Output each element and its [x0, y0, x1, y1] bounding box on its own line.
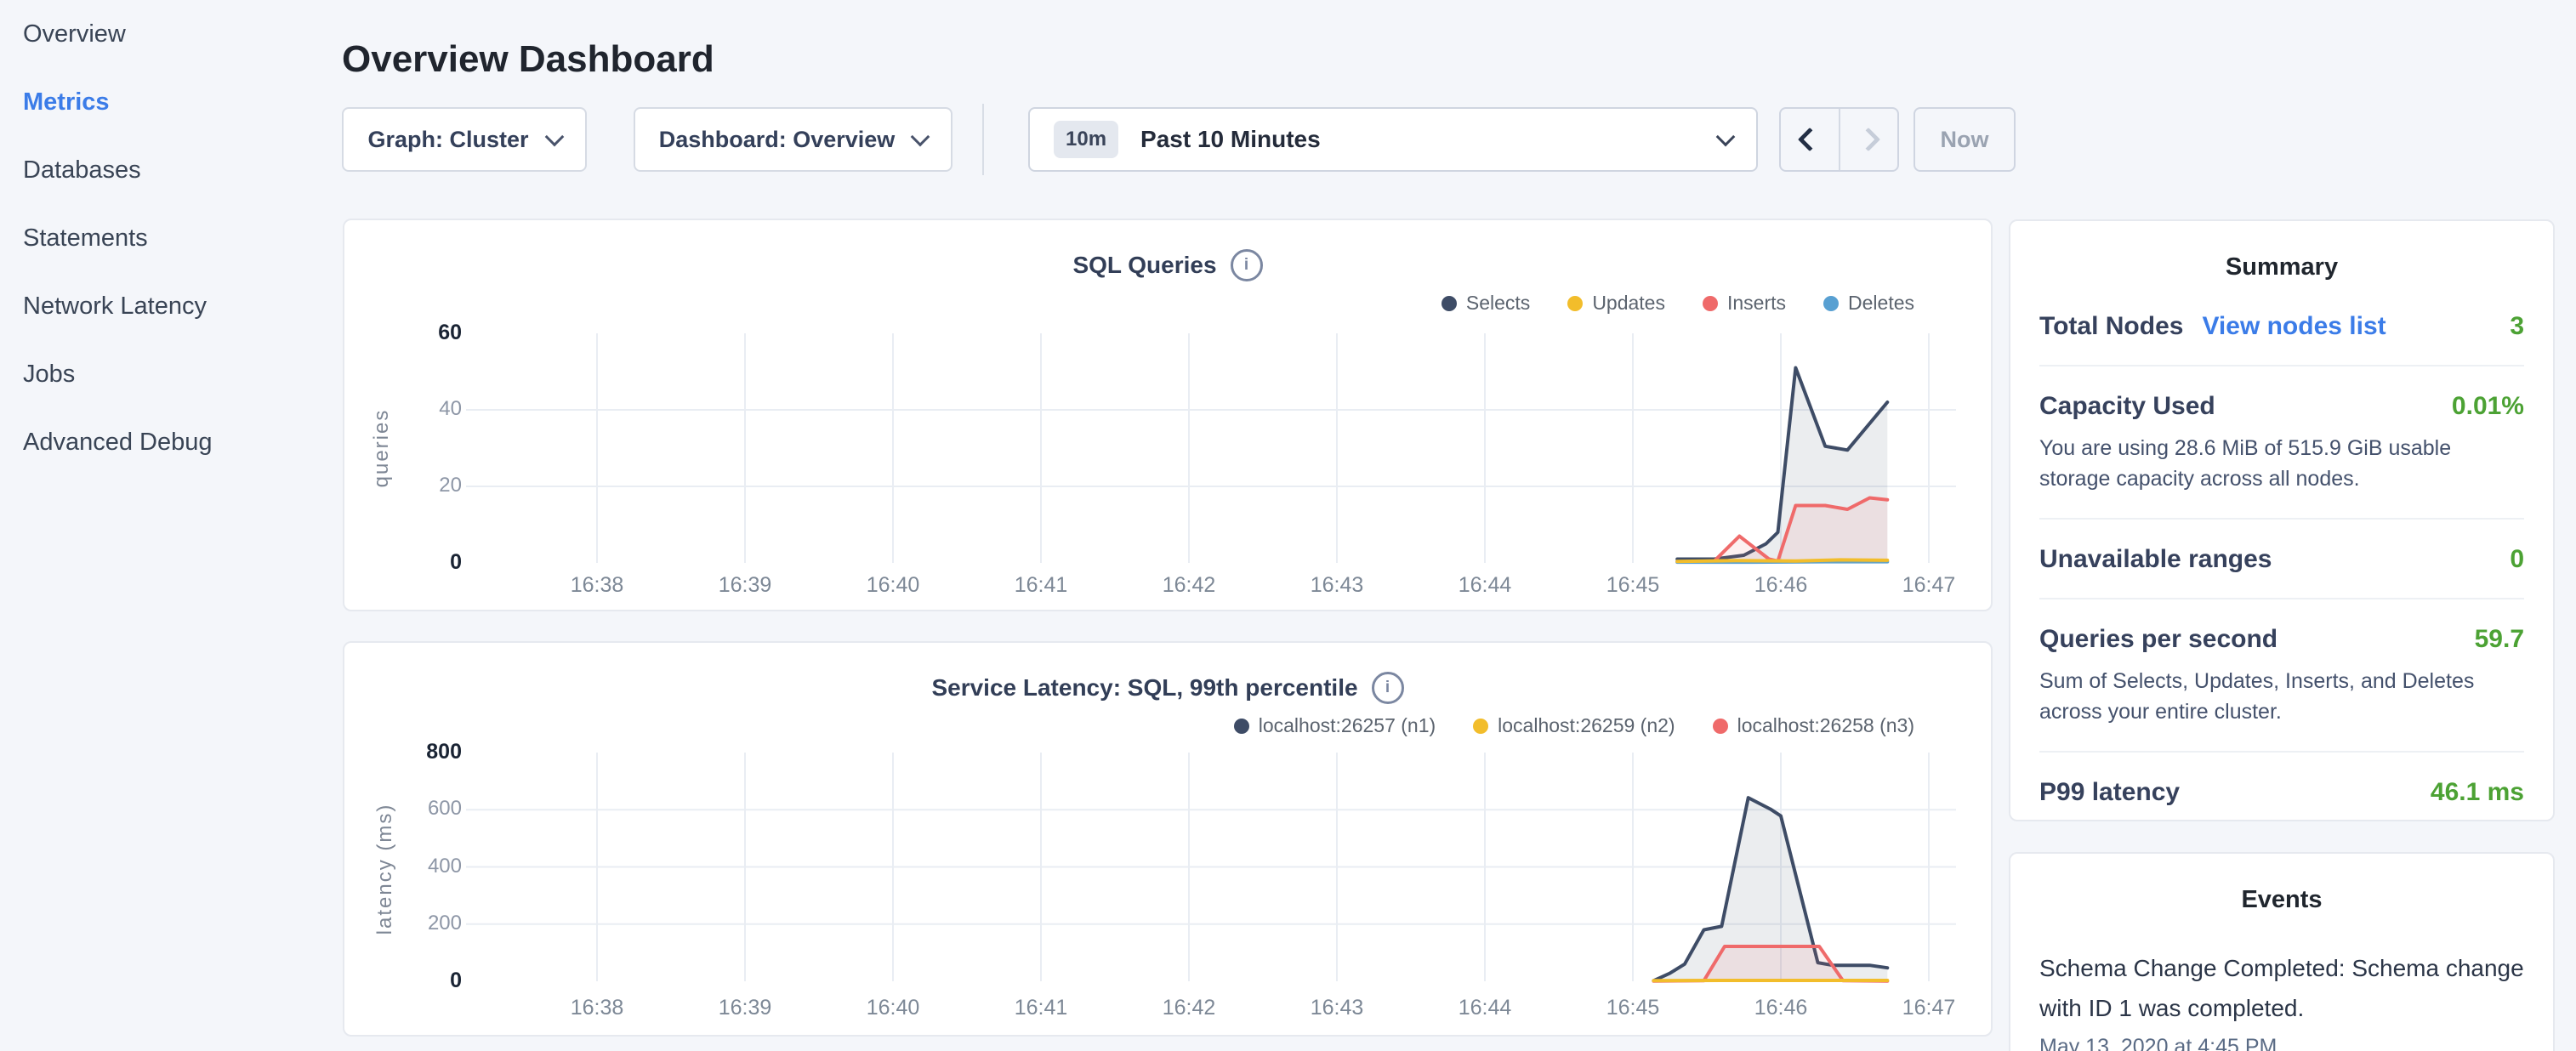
events-body: Schema Change Completed: Schema change w… [2010, 948, 2553, 1051]
y-tick: 40 [344, 397, 462, 421]
sidebar-item-overview[interactable]: Overview [0, 0, 340, 68]
x-tick: 16:46 [1721, 573, 1840, 598]
summary-row-label: Total Nodes [2039, 312, 2183, 341]
prev-time-button[interactable] [1781, 109, 1840, 170]
event-item: Schema Change Completed: Schema change w… [2039, 948, 2524, 1051]
x-tick: 16:47 [1869, 996, 1988, 1020]
summary-row-value: 0.01% [2452, 392, 2524, 421]
x-tick: 16:40 [833, 573, 952, 598]
x-tick: 16:45 [1573, 996, 1692, 1020]
summary-row-label: Unavailable ranges [2039, 545, 2272, 574]
sidebar-item-databases[interactable]: Databases [0, 136, 340, 204]
sidebar-item-advanced-debug[interactable]: Advanced Debug [0, 408, 340, 476]
sidebar-item-jobs[interactable]: Jobs [0, 340, 340, 408]
summary-row: Unavailable ranges 0 [2039, 518, 2524, 598]
page-title: Overview Dashboard [342, 38, 714, 81]
dashboard-dropdown[interactable]: Dashboard: Overview [634, 107, 952, 172]
y-tick: 20 [344, 474, 462, 497]
chart-plot[interactable] [344, 643, 1994, 1038]
events-panel: Events Schema Change Completed: Schema c… [2009, 852, 2555, 1051]
summary-row-description: Sum of Selects, Updates, Inserts, and De… [2039, 666, 2524, 727]
summary-row-value: 3 [2510, 312, 2524, 341]
summary-row-label: Queries per second [2039, 625, 2277, 654]
chevron-down-icon [911, 128, 930, 147]
y-tick: 400 [344, 855, 462, 878]
summary-row-description: You are using 28.6 MiB of 515.9 GiB usab… [2039, 433, 2524, 494]
summary-row: P99 latency 46.1 ms [2039, 751, 2524, 831]
time-range-badge: 10m [1054, 121, 1118, 158]
event-timestamp: May 13, 2020 at 4:45 PM [2039, 1035, 2524, 1051]
y-tick: 0 [344, 969, 462, 993]
summary-body: Total Nodes View nodes list 3 Capacity Used… [2010, 281, 2553, 831]
summary-row: Queries per second 59.7 Sum of Selects, Up… [2039, 598, 2524, 751]
y-tick: 600 [344, 797, 462, 821]
events-title: Events [2010, 854, 2553, 914]
now-button[interactable]: Now [1914, 107, 2016, 172]
y-tick: 60 [344, 321, 462, 345]
y-tick: 800 [344, 740, 462, 764]
graph-dropdown-label: Graph: Cluster [367, 127, 528, 153]
sidebar-item-network-latency[interactable]: Network Latency [0, 272, 340, 340]
admin-ui-page: OverviewMetricsDatabasesStatementsNetwor… [0, 0, 2576, 1051]
x-tick: 16:43 [1277, 573, 1396, 598]
chart-plot[interactable] [344, 220, 1994, 613]
divider [982, 104, 984, 175]
chart-card-service-latency: Service Latency: SQL, 99th percentile i … [343, 641, 1993, 1037]
summary-panel: Summary Total Nodes View nodes list 3 Capac… [2009, 219, 2555, 821]
x-tick: 16:41 [981, 996, 1100, 1020]
x-tick: 16:38 [537, 996, 657, 1020]
time-range-selector[interactable]: 10m Past 10 Minutes [1028, 107, 1758, 172]
summary-row-label: P99 latency [2039, 778, 2180, 807]
x-tick: 16:41 [981, 573, 1100, 598]
graph-dropdown[interactable]: Graph: Cluster [342, 107, 587, 172]
x-tick: 16:44 [1425, 573, 1544, 598]
time-range-label: Past 10 Minutes [1140, 126, 1719, 153]
x-tick: 16:44 [1425, 996, 1544, 1020]
x-tick: 16:43 [1277, 996, 1396, 1020]
x-tick: 16:42 [1129, 573, 1248, 598]
view-nodes-link[interactable]: View nodes list [2202, 312, 2386, 341]
now-button-label: Now [1941, 127, 1989, 153]
x-tick: 16:46 [1721, 996, 1840, 1020]
event-text: Schema Change Completed: Schema change w… [2039, 948, 2524, 1028]
x-tick: 16:38 [537, 573, 657, 598]
summary-title: Summary [2010, 221, 2553, 281]
dashboard-dropdown-label: Dashboard: Overview [659, 127, 896, 153]
summary-row: Capacity Used 0.01% You are using 28.6 MiB… [2039, 365, 2524, 518]
summary-row: Total Nodes View nodes list 3 [2039, 287, 2524, 365]
y-tick: 0 [344, 550, 462, 575]
y-tick: 200 [344, 912, 462, 935]
sidebar: OverviewMetricsDatabasesStatementsNetwor… [0, 0, 340, 476]
sidebar-item-statements[interactable]: Statements [0, 204, 340, 272]
chevron-down-icon [544, 128, 564, 147]
x-tick: 16:40 [833, 996, 952, 1020]
x-tick: 16:47 [1869, 573, 1988, 598]
summary-row-value: 0 [2510, 545, 2524, 574]
next-time-button[interactable] [1840, 109, 1898, 170]
chevron-down-icon [1716, 128, 1736, 147]
summary-row-label: Capacity Used [2039, 392, 2215, 421]
summary-row-value: 46.1 ms [2431, 778, 2524, 807]
chevron-left-icon [1798, 128, 1822, 151]
sidebar-item-metrics[interactable]: Metrics [0, 68, 340, 136]
x-tick: 16:45 [1573, 573, 1692, 598]
x-tick: 16:42 [1129, 996, 1248, 1020]
x-tick: 16:39 [685, 573, 805, 598]
summary-row-value: 59.7 [2475, 625, 2524, 654]
x-tick: 16:39 [685, 996, 805, 1020]
time-step-buttons [1779, 107, 1899, 172]
chart-card-sql-queries: SQL Queries i SelectsUpdatesInsertsDelet… [343, 219, 1993, 611]
chevron-right-icon [1857, 128, 1880, 151]
